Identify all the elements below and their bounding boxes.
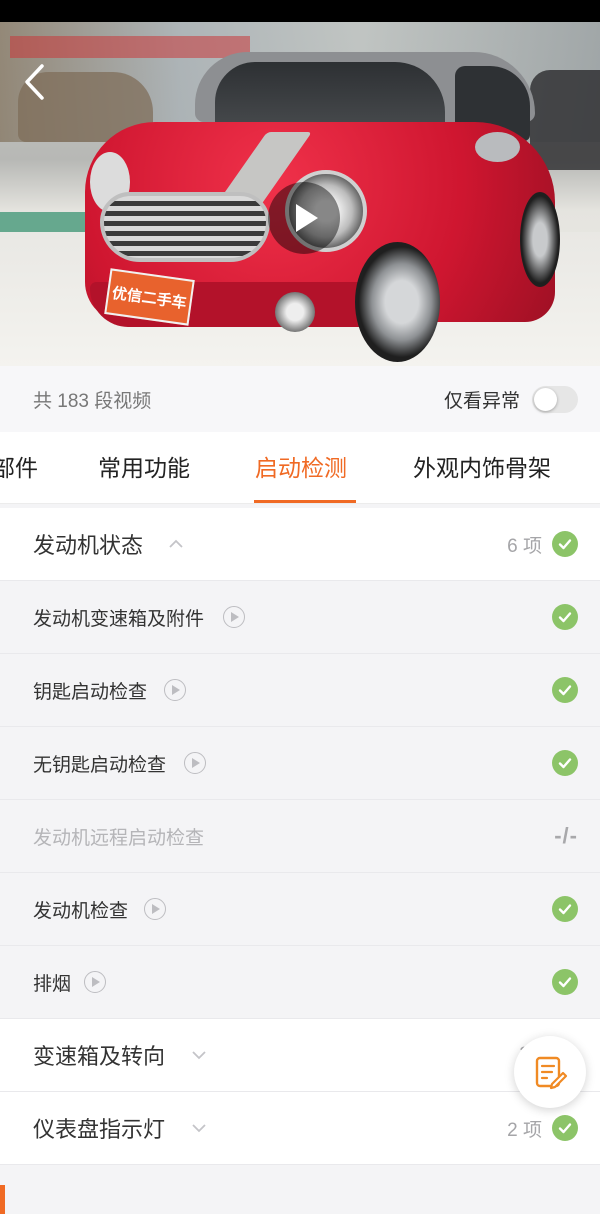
check-icon	[552, 1115, 578, 1141]
play-video-icon[interactable]	[184, 752, 206, 774]
inspection-list: 发动机状态 6 项 发动机变速箱及附件 钥匙启动检查 无钥匙启动检查 发动机远程…	[0, 508, 600, 1165]
chevron-up-icon	[169, 539, 183, 548]
play-button[interactable]	[268, 182, 340, 254]
item-label: 发动机检查	[33, 900, 129, 922]
list-item[interactable]: 钥匙启动检查	[0, 654, 600, 727]
report-icon	[535, 1056, 568, 1090]
section-count: 6 项	[507, 535, 542, 557]
anomaly-only-label: 仅看异常	[443, 390, 520, 412]
tab-parts[interactable]: 部件	[0, 432, 38, 504]
back-button[interactable]	[22, 62, 48, 102]
play-video-icon[interactable]	[144, 898, 166, 920]
item-label: 发动机变速箱及附件	[33, 608, 205, 630]
back-icon	[25, 64, 44, 100]
report-button[interactable]	[514, 1036, 586, 1108]
video-count-bar: 共 183 段视频 仅看异常	[0, 366, 600, 432]
anomaly-only-toggle[interactable]	[532, 385, 578, 413]
video-player[interactable]: 优信二手车	[0, 22, 600, 366]
tab-startup-check[interactable]: 启动检测	[255, 432, 347, 504]
check-icon	[552, 969, 578, 995]
play-video-icon[interactable]	[223, 606, 245, 628]
section-transmission-steering[interactable]: 变速箱及转向 3	[0, 1019, 600, 1092]
toggle-knob	[534, 387, 557, 411]
anomaly-filter: 仅看异常	[443, 385, 578, 413]
play-icon	[296, 204, 318, 232]
status-bar	[0, 0, 600, 22]
active-tab-indicator	[254, 500, 356, 503]
item-label: 钥匙启动检查	[33, 681, 148, 703]
check-icon	[552, 531, 578, 557]
tab-exterior-interior-frame[interactable]: 外观内饰骨架	[413, 432, 551, 504]
section-engine-status[interactable]: 发动机状态 6 项	[0, 508, 600, 581]
category-tabs: 部件 常用功能 启动检测 外观内饰骨架	[0, 432, 600, 504]
section-dashboard-indicators[interactable]: 仪表盘指示灯 2 项	[0, 1092, 600, 1165]
item-label: 排烟	[33, 973, 72, 995]
chevron-down-icon	[192, 1124, 206, 1133]
list-item: 发动机远程启动检查 -/-	[0, 800, 600, 873]
list-item[interactable]: 发动机检查	[0, 873, 600, 946]
list-item[interactable]: 排烟	[0, 946, 600, 1019]
tab-common-functions[interactable]: 常用功能	[98, 432, 190, 504]
list-item[interactable]: 发动机变速箱及附件	[0, 581, 600, 654]
video-count: 共 183 段视频	[33, 390, 152, 412]
play-video-icon[interactable]	[164, 679, 186, 701]
section-title: 仪表盘指示灯	[33, 1117, 166, 1142]
item-label: 发动机远程启动检查	[33, 827, 205, 849]
section-count: 2 项	[507, 1119, 542, 1141]
section-title: 发动机状态	[33, 533, 144, 558]
check-icon	[552, 677, 578, 703]
not-applicable-status: -/-	[554, 823, 578, 848]
item-label: 无钥匙启动检查	[33, 754, 167, 776]
bottom-accent-bar	[0, 1185, 5, 1214]
play-video-icon[interactable]	[84, 971, 106, 993]
section-title: 变速箱及转向	[33, 1044, 166, 1069]
check-icon	[552, 896, 578, 922]
check-icon	[552, 750, 578, 776]
list-item[interactable]: 无钥匙启动检查	[0, 727, 600, 800]
chevron-down-icon	[192, 1051, 206, 1060]
check-icon	[552, 604, 578, 630]
